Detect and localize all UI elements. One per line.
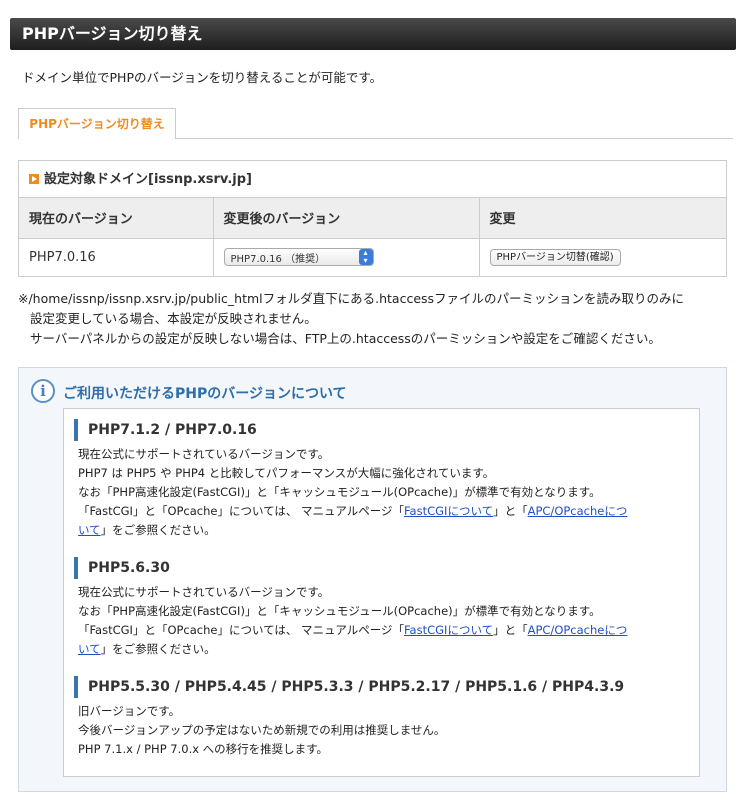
section-line: 現在公式にサポートされているバージョンです。 xyxy=(78,447,330,461)
section-line: 現在公式にサポートされているバージョンです。 xyxy=(78,585,330,599)
version-section-php56: PHP5.6.30 現在公式にサポートされているバージョンです。 なお「PHP高… xyxy=(74,557,627,659)
section-line: なお「PHP高速化設定(FastCGI)」と「キャッシュモジュール(OPcach… xyxy=(78,485,601,499)
column-change: 変更 xyxy=(479,198,726,239)
php-switch-confirm-button[interactable]: PHPバージョン切替(確認) xyxy=(489,248,621,266)
arrow-bullet-icon xyxy=(29,174,39,184)
page-title: PHPバージョン切り替え xyxy=(10,18,736,50)
opcache-manual-link-cont[interactable]: いて xyxy=(78,642,101,656)
intro-text: ドメイン単位でPHPのバージョンを切り替えることが可能です。 xyxy=(22,70,383,85)
domain-heading: 設定対象ドメイン[issnp.xsrv.jp] xyxy=(19,161,726,198)
note-line-1: ※/home/issnp/issnp.xsrv.jp/public_htmlフォ… xyxy=(18,291,685,306)
switch-button-cell: PHPバージョン切替(確認) xyxy=(479,238,726,276)
column-current-version: 現在のバージョン xyxy=(19,198,214,239)
version-table: 現在のバージョン 変更後のバージョン 変更 PHP7.0.16 PHP7.0.1… xyxy=(19,198,726,276)
version-select-value: PHP7.0.16 （推奨） xyxy=(230,253,326,265)
text-fragment: 「FastCGI」と「OPcache」については、 マニュアルページ「 xyxy=(78,504,404,518)
tab-php-version-switch[interactable]: PHPバージョン切り替え xyxy=(18,108,176,139)
info-panel-title: ご利用いただけるPHPのバージョンについて xyxy=(63,386,347,402)
section-body: 旧バージョンです。 今後バージョンアップの予定はないため新規での利用は推奨しませ… xyxy=(74,702,624,759)
section-line: いて」をご参照ください。 xyxy=(78,640,627,659)
section-heading: PHP5.5.30 / PHP5.4.45 / PHP5.3.3 / PHP5.… xyxy=(74,676,624,698)
version-section-php7: PHP7.1.2 / PHP7.0.16 現在公式にサポートされているバージョン… xyxy=(74,419,627,540)
text-fragment: 」と「 xyxy=(493,623,528,637)
version-select[interactable]: PHP7.0.16 （推奨） ▴ ▾ xyxy=(223,248,374,267)
section-body: 現在公式にサポートされているバージョンです。 PHP7 は PHP5 や PHP… xyxy=(74,445,627,540)
text-fragment: 」と「 xyxy=(493,504,528,518)
section-body: 現在公式にサポートされているバージョンです。 なお「PHP高速化設定(FastC… xyxy=(74,583,627,659)
note-line-2: 設定変更している場合、本設定が反映されません。 xyxy=(30,311,317,326)
section-line: 今後バージョンアップの予定はないため新規での利用は推奨しません。 xyxy=(78,723,446,737)
fastcgi-manual-link[interactable]: FastCGIについて xyxy=(404,504,493,518)
section-line: いて」をご参照ください。 xyxy=(78,521,627,540)
opcache-manual-link[interactable]: APC/OPcacheにつ xyxy=(528,504,628,518)
section-line: 「FastCGI」と「OPcache」については、 マニュアルページ「FastC… xyxy=(78,621,627,640)
info-panel-content: PHP7.1.2 / PHP7.0.16 現在公式にサポートされているバージョン… xyxy=(63,408,700,777)
htaccess-notes: ※/home/issnp/issnp.xsrv.jp/public_htmlフォ… xyxy=(18,289,684,349)
version-section-legacy: PHP5.5.30 / PHP5.4.45 / PHP5.3.3 / PHP5.… xyxy=(74,676,624,759)
section-line: 「FastCGI」と「OPcache」については、 マニュアルページ「FastC… xyxy=(78,502,627,521)
section-line: PHP 7.1.x / PHP 7.0.x への移行を推奨します。 xyxy=(78,742,329,756)
opcache-manual-link-cont[interactable]: いて xyxy=(78,523,101,537)
select-updown-icon: ▴ ▾ xyxy=(358,249,373,266)
text-fragment: 「FastCGI」と「OPcache」については、 マニュアルページ「 xyxy=(78,623,404,637)
section-heading: PHP7.1.2 / PHP7.0.16 xyxy=(74,419,627,441)
text-fragment: 」をご参照ください。 xyxy=(100,642,216,656)
section-line: 旧バージョンです。 xyxy=(78,704,181,718)
php-version-info-panel: i ご利用いただけるPHPのバージョンについて PHP7.1.2 / PHP7.… xyxy=(18,367,727,792)
opcache-manual-link[interactable]: APC/OPcacheにつ xyxy=(528,623,628,637)
section-heading: PHP5.6.30 xyxy=(74,557,627,579)
version-select-cell: PHP7.0.16 （推奨） ▴ ▾ xyxy=(213,238,480,276)
domain-heading-label: 設定対象ドメイン[issnp.xsrv.jp] xyxy=(44,171,252,187)
fastcgi-manual-link[interactable]: FastCGIについて xyxy=(404,623,493,637)
column-new-version: 変更後のバージョン xyxy=(213,198,480,239)
section-line: PHP7 は PHP5 や PHP4 と比較してパフォーマンスが大幅に強化されて… xyxy=(78,466,495,480)
text-fragment: 」をご参照ください。 xyxy=(100,523,216,537)
section-line: なお「PHP高速化設定(FastCGI)」と「キャッシュモジュール(OPcach… xyxy=(78,604,601,618)
note-line-3: サーバーパネルからの設定が反映しない場合は、FTP上の.htaccessのパーミ… xyxy=(30,331,661,346)
current-version-value: PHP7.0.16 xyxy=(19,238,214,276)
domain-settings-box: 設定対象ドメイン[issnp.xsrv.jp] 現在のバージョン 変更後のバージ… xyxy=(18,160,727,277)
info-icon: i xyxy=(31,379,55,403)
